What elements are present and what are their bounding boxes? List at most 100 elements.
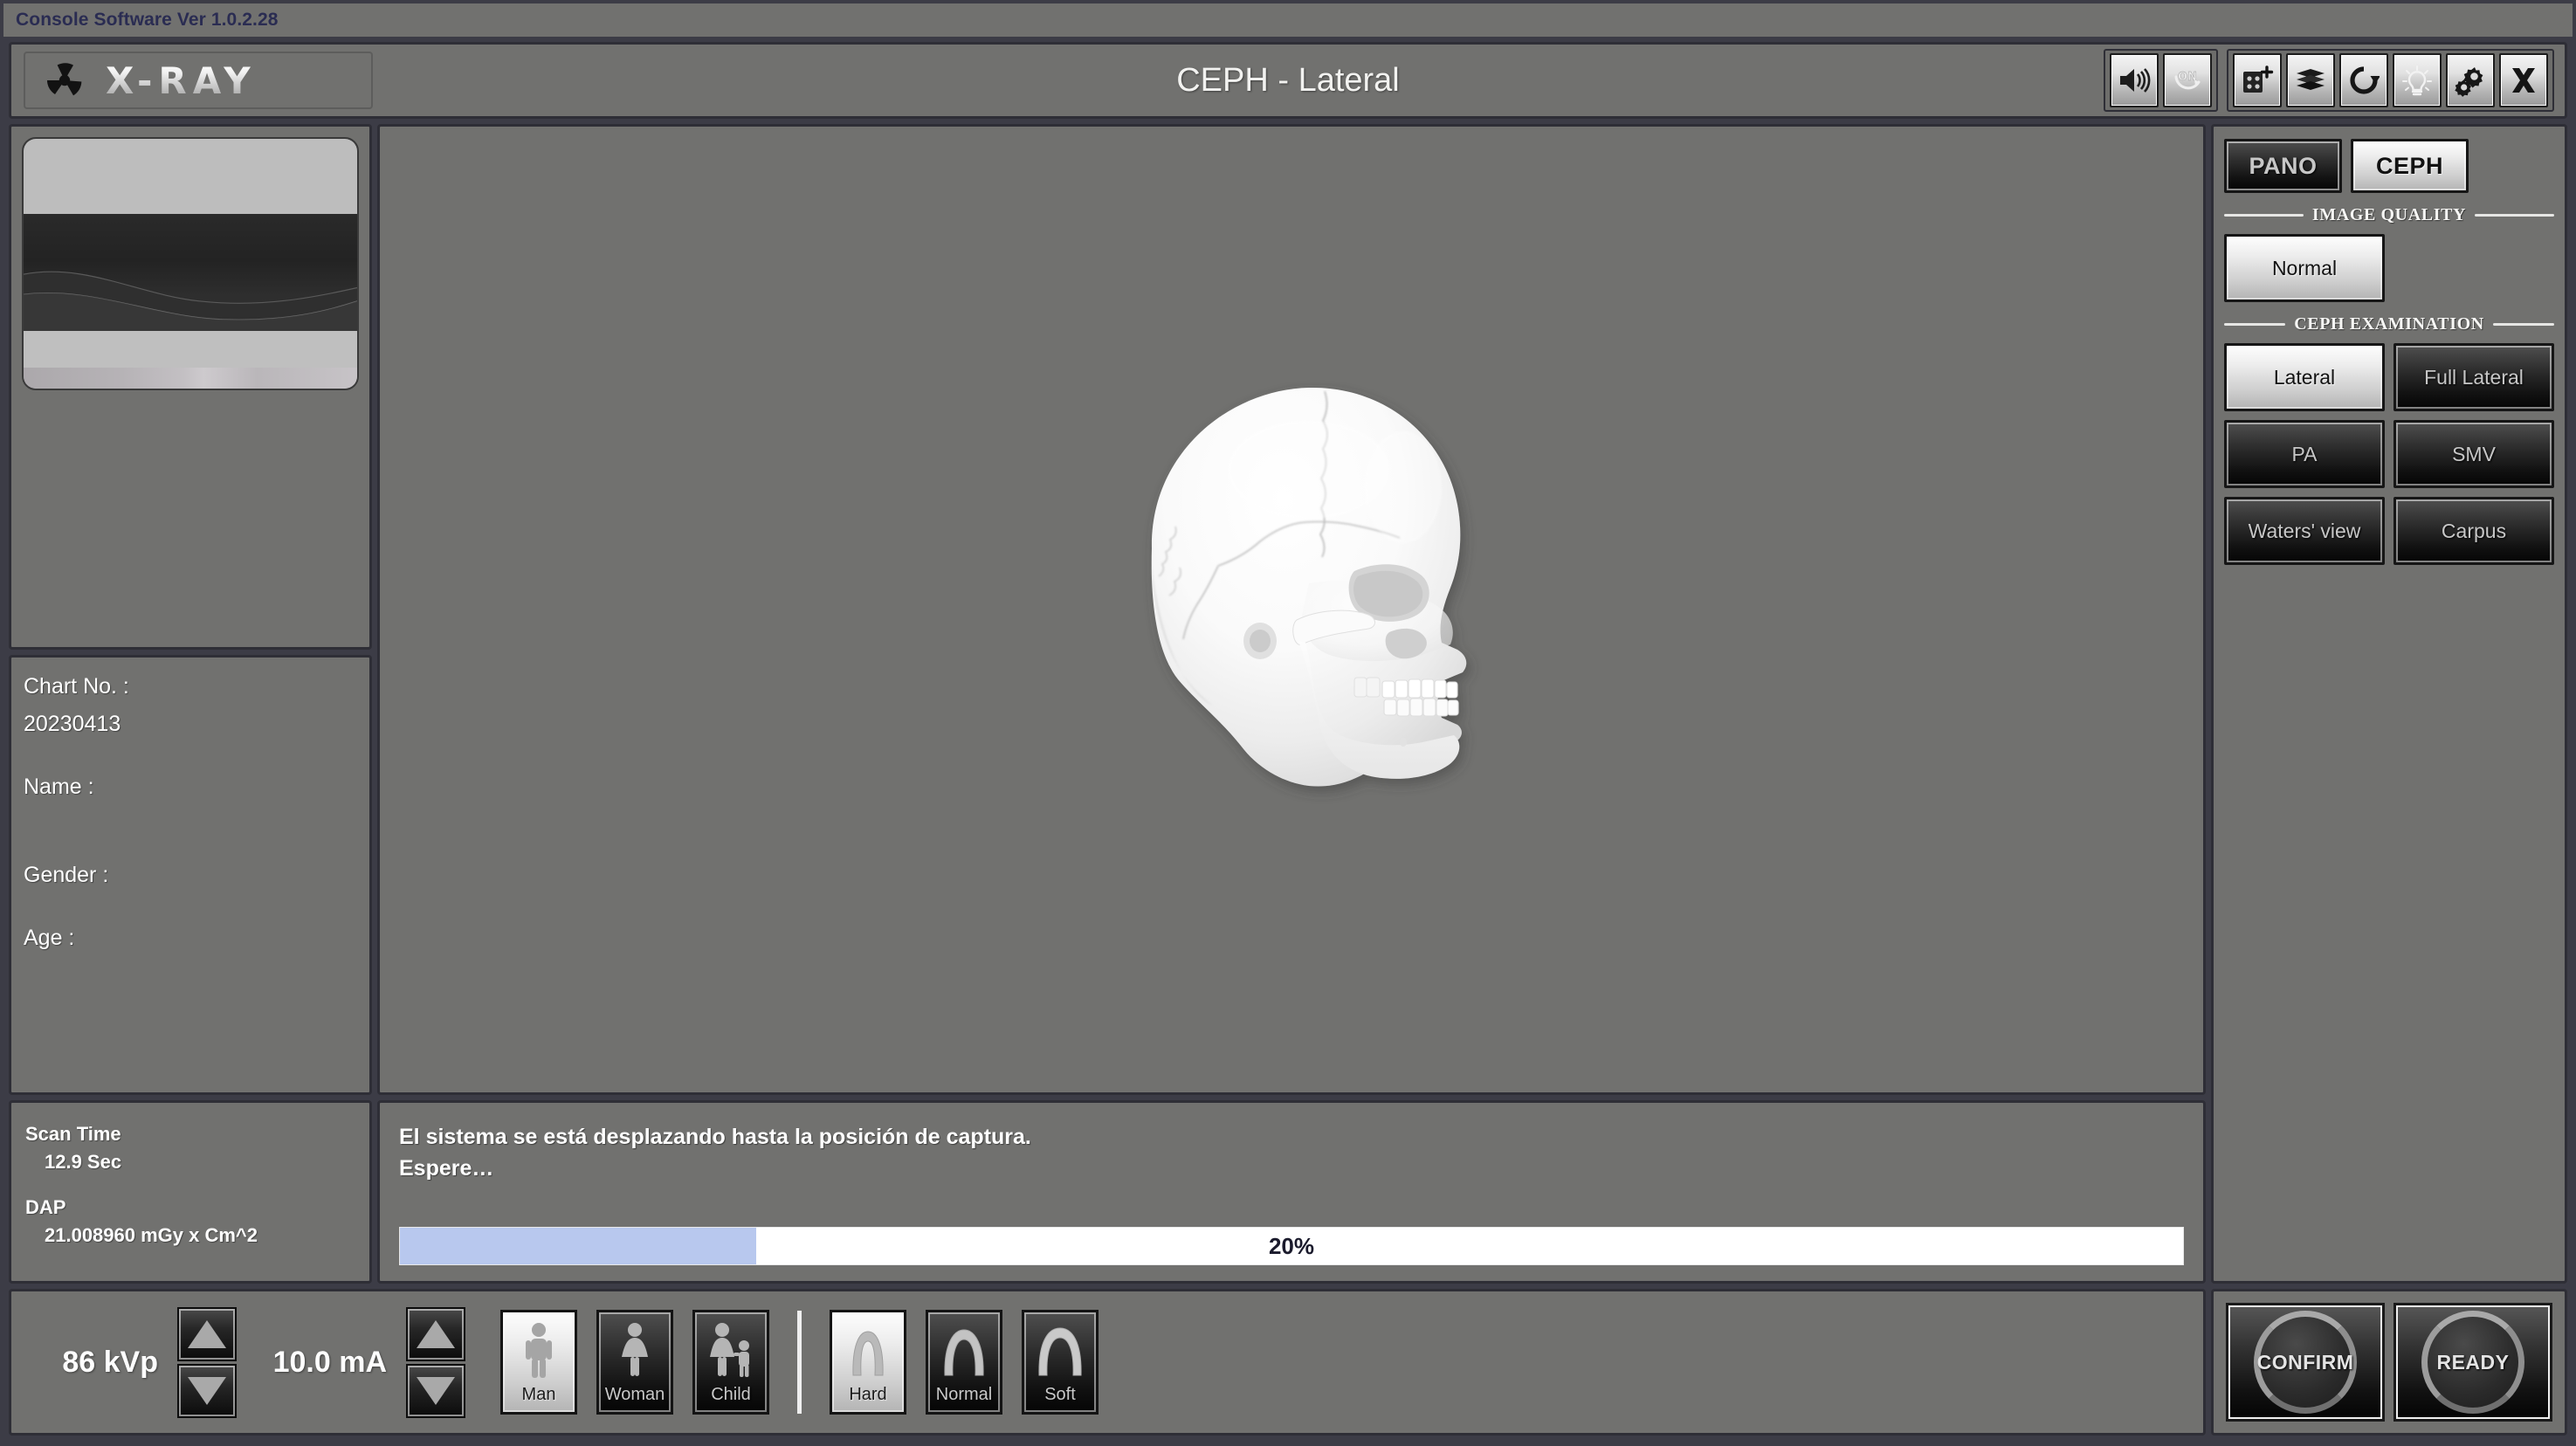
- footer-bar: 86 kVp 10.0 mA Man Woman Child Hard Norm…: [9, 1289, 2567, 1436]
- ma-value: 10.0 mA: [272, 1345, 387, 1379]
- title-bar: Console Software Ver 1.0.2.28: [0, 0, 2576, 37]
- center-column: El sistema se está desplazando hasta la …: [377, 124, 2206, 1284]
- ma-decrease-button[interactable]: [406, 1363, 465, 1418]
- new-patient-icon[interactable]: [2233, 53, 2282, 107]
- image-quality-normal[interactable]: Normal: [2224, 234, 2385, 302]
- ceph-examination-section-header: CEPH EXAMINATION: [2224, 314, 2555, 334]
- action-buttons-panel: CONFIRM READY: [2211, 1289, 2567, 1436]
- divider-line: [2492, 323, 2555, 326]
- scan-time-value: 12.9 Sec: [45, 1150, 122, 1173]
- speaker-icon[interactable]: [2110, 53, 2159, 107]
- man-icon: [519, 1321, 559, 1383]
- image-stack-icon[interactable]: [2286, 53, 2335, 107]
- svg-text:ON: ON: [2178, 71, 2197, 84]
- triangle-down-icon: [188, 1376, 226, 1405]
- exam-option-full-lateral[interactable]: Full Lateral: [2393, 343, 2554, 411]
- dap-value: 21.008960 mGy x Cm^2: [45, 1223, 258, 1246]
- header-toolbar: ON: [2104, 49, 2554, 112]
- arch-type-hard-label: Hard: [849, 1385, 887, 1404]
- exam-option-smv[interactable]: SMV: [2393, 420, 2554, 488]
- application-window: Console Software Ver 1.0.2.28 X-RAY CEPH…: [0, 0, 2576, 1446]
- main-body: Chart No. : 20230413 Name : Gender : Age…: [9, 124, 2567, 1284]
- ceph-examination-options: Lateral Full Lateral PA SMV Waters' view…: [2224, 343, 2554, 565]
- progress-bar-label: 20%: [1268, 1232, 1315, 1259]
- header-toolbar-group-actions: [2227, 49, 2554, 112]
- ma-increase-button[interactable]: [406, 1306, 465, 1361]
- patient-type-man[interactable]: Man: [500, 1310, 577, 1415]
- woman-icon: [615, 1321, 655, 1383]
- divider: [797, 1311, 802, 1414]
- software-version-label: Console Software Ver 1.0.2.28: [16, 10, 279, 30]
- thumbnail-band-mid: [24, 213, 357, 332]
- patient-info-panel[interactable]: Chart No. : 20230413 Name : Gender : Age…: [9, 655, 372, 1095]
- patient-type-man-label: Man: [521, 1385, 556, 1404]
- exam-option-waters-view[interactable]: Waters' view: [2224, 497, 2385, 565]
- confirm-button-label: CONFIRM: [2254, 1311, 2357, 1414]
- divider-line: [2224, 323, 2286, 326]
- main-frame: X-RAY CEPH - Lateral ON Chart No.: 2023…: [3, 37, 2573, 1443]
- arch-type-normal[interactable]: Normal: [926, 1310, 1002, 1415]
- lightbulb-icon[interactable]: [2393, 53, 2442, 107]
- power-on-icon[interactable]: ON: [2163, 53, 2212, 107]
- divider-line: [2224, 214, 2304, 217]
- tab-pano[interactable]: PANO: [2224, 139, 2342, 193]
- patient-name-label: Name :: [24, 775, 94, 799]
- thumbnail-panel: [9, 124, 372, 650]
- image-quality-title: IMAGE QUALITY: [2311, 205, 2467, 224]
- arch-normal-icon: [937, 1321, 991, 1383]
- patient-age-label: Age :: [24, 926, 75, 950]
- patient-type-woman-label: Woman: [604, 1385, 665, 1404]
- kvp-value: 86 kVp: [62, 1345, 158, 1379]
- divider-line: [2475, 214, 2554, 217]
- lateral-skull-illustration: [1047, 348, 1536, 871]
- mode-tabs: PANO CEPH: [2224, 139, 2554, 193]
- exposure-controls-panel: 86 kVp 10.0 mA Man Woman Child Hard Norm…: [9, 1289, 2206, 1436]
- arch-type-normal-label: Normal: [935, 1385, 993, 1404]
- status-panel: El sistema se está desplazando hasta la …: [377, 1100, 2206, 1284]
- ceph-examination-title: CEPH EXAMINATION: [2294, 314, 2484, 334]
- image-viewer[interactable]: [377, 124, 2206, 1095]
- chart-no-value: 20230413: [24, 711, 121, 736]
- thumbnail-band-top: [24, 139, 357, 214]
- arch-type-hard[interactable]: Hard: [830, 1310, 906, 1415]
- brand-logo: X-RAY: [24, 52, 373, 109]
- app-header: X-RAY CEPH - Lateral ON: [9, 42, 2567, 119]
- ready-button[interactable]: READY: [2393, 1303, 2552, 1422]
- ma-stepper: [406, 1306, 465, 1418]
- tab-ceph[interactable]: CEPH: [2351, 139, 2469, 193]
- triangle-up-icon: [417, 1319, 455, 1348]
- dap-label: DAP: [25, 1195, 66, 1218]
- patient-type-woman[interactable]: Woman: [596, 1310, 673, 1415]
- arch-type-soft-label: Soft: [1044, 1385, 1076, 1404]
- thumbnail-band-bottom: [24, 331, 357, 389]
- refresh-icon[interactable]: [2339, 53, 2388, 107]
- scan-time-label: Scan Time: [25, 1123, 121, 1145]
- exam-option-pa[interactable]: PA: [2224, 420, 2385, 488]
- scan-info-panel: Scan Time 12.9 Sec DAP 21.008960 mGy x C…: [9, 1100, 372, 1284]
- arch-type-soft[interactable]: Soft: [1022, 1310, 1099, 1415]
- close-icon[interactable]: [2499, 53, 2548, 107]
- exam-option-carpus[interactable]: Carpus: [2393, 497, 2554, 565]
- image-quality-section-header: IMAGE QUALITY: [2224, 205, 2554, 225]
- patient-type-child-label: Child: [711, 1385, 751, 1404]
- patient-type-child[interactable]: Child: [692, 1310, 769, 1415]
- confirm-button[interactable]: CONFIRM: [2226, 1303, 2385, 1422]
- radiation-icon: [41, 57, 88, 104]
- triangle-up-icon: [188, 1319, 226, 1348]
- image-quality-options: Normal: [2224, 234, 2554, 302]
- kvp-increase-button[interactable]: [177, 1306, 237, 1361]
- ready-button-label: READY: [2421, 1311, 2524, 1414]
- image-thumbnail[interactable]: [22, 137, 359, 390]
- child-icon: [706, 1321, 756, 1383]
- status-message-line1: El sistema se está desplazando hasta la …: [399, 1125, 1031, 1149]
- gears-settings-icon[interactable]: [2446, 53, 2495, 107]
- kvp-decrease-button[interactable]: [177, 1363, 237, 1418]
- kvp-stepper: [177, 1306, 237, 1418]
- left-column: Chart No. : 20230413 Name : Gender : Age…: [9, 124, 372, 1284]
- exam-option-lateral[interactable]: Lateral: [2224, 343, 2385, 411]
- progress-bar: 20%: [399, 1227, 2184, 1265]
